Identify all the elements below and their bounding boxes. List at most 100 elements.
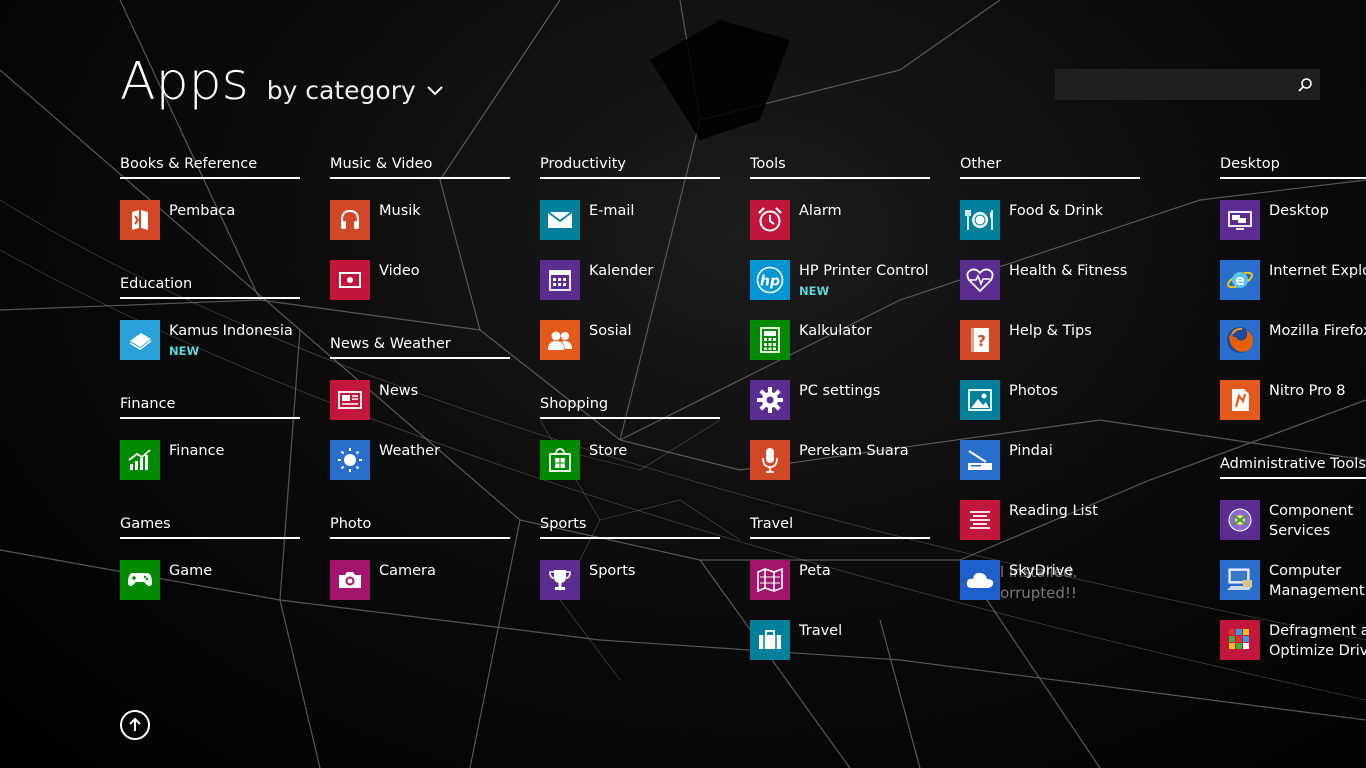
app-sports[interactable]: Sports — [540, 560, 740, 602]
app-news[interactable]: News — [330, 380, 530, 422]
calculator-icon — [750, 320, 790, 360]
app-label: Nitro Pro 8 — [1269, 383, 1346, 399]
app-video[interactable]: Video — [330, 260, 530, 302]
map-icon — [750, 560, 790, 600]
app-kalkulator[interactable]: Kalkulator — [750, 320, 950, 362]
category-underline — [120, 297, 300, 299]
category-label: Games — [120, 516, 171, 532]
app-internet-explorer[interactable]: e Internet Explorer — [1220, 260, 1366, 302]
video-icon — [330, 260, 370, 300]
pembaca-icon — [120, 200, 160, 240]
category-label: Shopping — [540, 396, 609, 412]
app-alarm[interactable]: Alarm — [750, 200, 950, 242]
app-travel[interactable]: Travel — [750, 620, 950, 662]
app-finance[interactable]: Finance — [120, 440, 320, 482]
search-input[interactable] — [1055, 69, 1290, 100]
scroll-to-start-button[interactable] — [120, 710, 150, 740]
category-books[interactable]: Books & Reference — [120, 156, 300, 179]
app-health-fitness[interactable]: Health & Fitness — [960, 260, 1160, 302]
category-travel[interactable]: Travel — [750, 516, 930, 539]
cloud-icon — [960, 560, 1000, 600]
firefox-icon — [1220, 320, 1260, 360]
app-game[interactable]: Game — [120, 560, 320, 602]
category-label: Finance — [120, 396, 176, 412]
category-administrative-tools[interactable]: Administrative Tools — [1220, 456, 1366, 479]
category-underline — [120, 537, 300, 539]
suitcase-icon — [750, 620, 790, 660]
app-camera[interactable]: Camera — [330, 560, 530, 602]
category-productivity[interactable]: Productivity — [540, 156, 720, 179]
help-book-icon: ? — [960, 320, 1000, 360]
category-underline — [330, 537, 510, 539]
category-desktop[interactable]: Desktop — [1220, 156, 1366, 179]
camera-icon — [330, 560, 370, 600]
app-label: Internet Explorer — [1269, 263, 1366, 279]
app-store[interactable]: Store — [540, 440, 740, 482]
app-skydrive[interactable]: SkyDrive — [960, 560, 1160, 602]
app-pembaca[interactable]: Pembaca — [120, 200, 320, 242]
app-pindai[interactable]: Pindai — [960, 440, 1160, 482]
label-line: Services — [1269, 523, 1331, 539]
app-defragment-optimize-drives[interactable]: Defragment and Optimize Drives — [1220, 620, 1366, 662]
app-label: Alarm — [799, 203, 842, 219]
category-label: Productivity — [540, 156, 626, 172]
app-perekam-suara[interactable]: Perekam Suara — [750, 440, 950, 482]
app-computer-management[interactable]: Computer Management — [1220, 560, 1366, 602]
category-games[interactable]: Games — [120, 516, 300, 539]
category-underline — [750, 177, 930, 179]
app-nitro-pro[interactable]: Nitro Pro 8 — [1220, 380, 1366, 422]
sort-dropdown[interactable]: by category — [267, 76, 444, 105]
category-shopping[interactable]: Shopping — [540, 396, 720, 419]
app-mozilla-firefox[interactable]: Mozilla Firefox — [1220, 320, 1366, 362]
app-label: Food & Drink — [1009, 203, 1104, 219]
category-music-video[interactable]: Music & Video — [330, 156, 510, 179]
app-label: Health & Fitness — [1009, 263, 1128, 279]
category-underline — [960, 177, 1140, 179]
search-button[interactable] — [1290, 69, 1320, 100]
svg-text:e: e — [1235, 273, 1245, 289]
category-sports[interactable]: Sports — [540, 516, 720, 539]
alarm-clock-icon — [750, 200, 790, 240]
category-other[interactable]: Other — [960, 156, 1140, 179]
category-label: Administrative Tools — [1220, 456, 1366, 472]
photo-landscape-icon — [960, 380, 1000, 420]
category-label: Books & Reference — [120, 156, 258, 172]
category-news-weather[interactable]: News & Weather — [330, 336, 510, 359]
app-label: Kalender — [589, 263, 654, 279]
app-peta[interactable]: Peta — [750, 560, 950, 602]
app-label: Photos — [1009, 383, 1058, 399]
app-sosial[interactable]: Sosial — [540, 320, 740, 362]
reading-list-icon — [960, 500, 1000, 540]
app-label: Component Services — [1269, 501, 1353, 541]
app-desktop[interactable]: Desktop — [1220, 200, 1366, 242]
category-underline — [120, 177, 300, 179]
category-label: Photo — [330, 516, 372, 532]
app-label: Sports — [589, 563, 636, 579]
app-pc-settings[interactable]: PC settings — [750, 380, 950, 422]
app-label: Sosial — [589, 323, 632, 339]
app-reading-list[interactable]: Reading List — [960, 500, 1160, 542]
app-food-drink[interactable]: Food & Drink — [960, 200, 1160, 242]
app-photos[interactable]: Photos — [960, 380, 1160, 422]
category-tools[interactable]: Tools — [750, 156, 930, 179]
category-underline — [750, 537, 930, 539]
app-component-services[interactable]: Component Services — [1220, 500, 1366, 542]
category-label: Education — [120, 276, 193, 292]
app-musik[interactable]: Musik — [330, 200, 530, 242]
app-kalender[interactable]: Kalender — [540, 260, 740, 302]
app-label: Computer Management — [1269, 561, 1365, 601]
category-education[interactable]: Education — [120, 276, 300, 299]
svg-text:?: ? — [977, 332, 986, 350]
category-finance[interactable]: Finance — [120, 396, 300, 419]
app-weather[interactable]: Weather — [330, 440, 530, 482]
category-photo[interactable]: Photo — [330, 516, 510, 539]
app-label: E-mail — [589, 203, 635, 219]
app-hp-printer-control[interactable]: hp HP Printer Control NEW — [750, 260, 950, 302]
category-label: News & Weather — [330, 336, 451, 352]
app-kamus[interactable]: Kamus Indonesia NEW — [120, 320, 320, 362]
app-label: Mozilla Firefox — [1269, 323, 1366, 339]
app-help-tips[interactable]: ? Help & Tips — [960, 320, 1160, 362]
app-email[interactable]: E-mail — [540, 200, 740, 242]
app-label: Peta — [799, 563, 831, 579]
hp-logo-icon: hp — [750, 260, 790, 300]
